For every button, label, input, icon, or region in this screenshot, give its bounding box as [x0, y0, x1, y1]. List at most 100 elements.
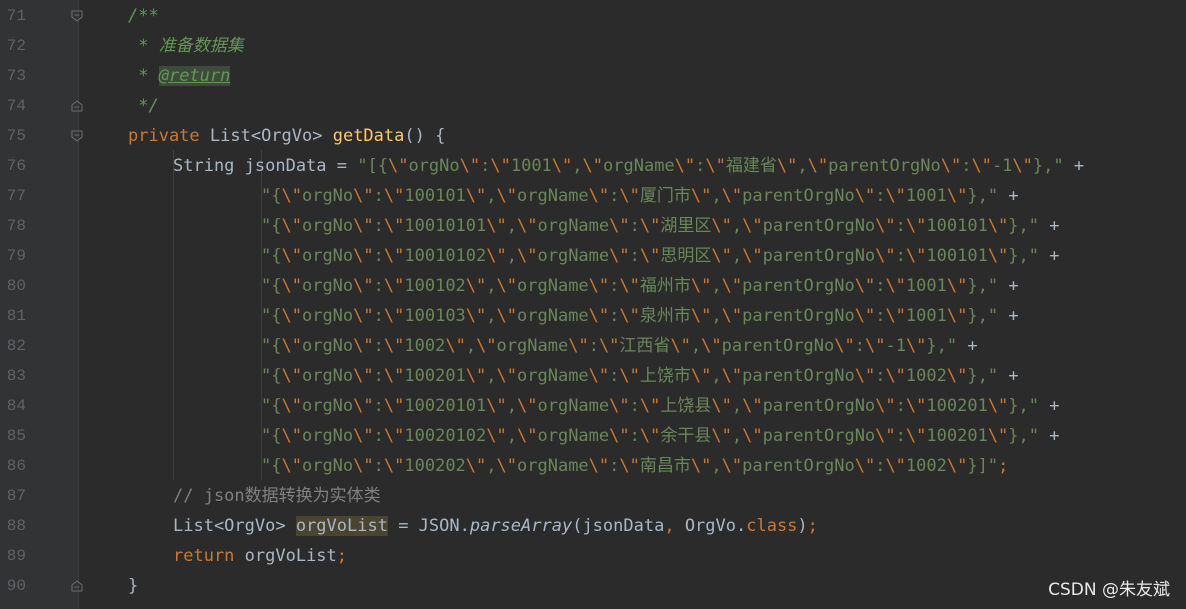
code-token: \" — [609, 216, 630, 236]
code-token: \" — [281, 366, 302, 386]
code-token: \" — [619, 186, 640, 206]
code-line[interactable]: 71 /** — [0, 1, 1186, 31]
code-line[interactable]: 88 List<OrgVo> orgVoList = JSON.parseArra… — [0, 511, 1186, 541]
code-token: \" — [517, 216, 538, 236]
code-token: 1002 — [404, 336, 446, 356]
code-token: \" — [885, 276, 906, 296]
code-token: \" — [946, 456, 968, 476]
code-token: \" — [496, 456, 518, 476]
code-token: \" — [711, 426, 732, 446]
fold-open-icon[interactable] — [71, 130, 83, 142]
code-token: \" — [588, 366, 610, 386]
code-token: : — [895, 426, 906, 446]
code-line[interactable]: 86 "{\"orgNo\":\"100202\",\"orgName\":\"南… — [0, 451, 1186, 481]
code-token: "{ — [261, 246, 282, 266]
code-line[interactable]: 72 * 准备数据集 — [0, 31, 1186, 61]
code-line[interactable]: 74 */ — [0, 91, 1186, 121]
code-line[interactable]: 73 * @return — [0, 61, 1186, 91]
code-token: \" — [517, 426, 538, 446]
code-token: orgName — [603, 156, 675, 176]
code-token: + — [1039, 216, 1060, 236]
code-line[interactable]: 82 "{\"orgNo\":\"1002\",\"orgName\":\"江西省… — [0, 331, 1186, 361]
code-token: ; — [807, 516, 818, 536]
code-editor[interactable]: 71/** 72 * 准备数据集 73 * @return 74 */75 privat… — [0, 0, 1186, 609]
code-line[interactable]: 89 return orgVoList; — [0, 541, 1186, 571]
fold-close-icon[interactable] — [71, 580, 83, 592]
code-line[interactable]: 77 "{\"orgNo\":\"100101\",\"orgName\":\"厦… — [0, 181, 1186, 211]
code-token: , — [506, 246, 517, 266]
code-token: 厦门市 — [639, 186, 691, 206]
code-token: , — [711, 186, 722, 206]
code-token: \" — [383, 366, 405, 386]
fold-open-icon[interactable] — [71, 10, 83, 22]
code-token: \" — [619, 456, 640, 476]
code-token: \" — [582, 156, 604, 176]
code-line[interactable]: 84 "{\"orgNo\":\"10020101\",\"orgName\":\… — [0, 391, 1186, 421]
code-token: \" — [690, 366, 712, 386]
code-token: : — [373, 186, 384, 206]
code-token: \" — [619, 366, 640, 386]
code-line[interactable]: 78 "{\"orgNo\":\"10010101\",\"orgName\":\… — [0, 211, 1186, 241]
code-text: // json数据转换为实体类 — [173, 481, 381, 511]
code-token: \" — [721, 366, 743, 386]
code-token: orgVoList — [295, 516, 388, 536]
code-token: }," — [967, 306, 999, 326]
code-token: \" — [854, 456, 876, 476]
code-token: 湖里区 — [660, 216, 712, 236]
code-token: : — [373, 276, 384, 296]
code-token: \" — [987, 246, 1009, 266]
code-token: + — [998, 366, 1019, 386]
code-line[interactable]: 75 private List<OrgVo> getData() { — [0, 121, 1186, 151]
line-number: 85 — [6, 427, 26, 445]
code-token: \" — [281, 396, 302, 416]
code-token: \" — [619, 276, 640, 296]
code-token: \" — [353, 216, 374, 236]
code-token: \" — [971, 156, 992, 176]
code-token: \" — [776, 156, 798, 176]
code-token: , — [486, 366, 497, 386]
code-token: "{ — [261, 306, 282, 326]
code-token: \" — [383, 186, 405, 206]
code-line[interactable]: 80 "{\"orgNo\":\"100102\",\"orgName\":\"福… — [0, 271, 1186, 301]
code-token: \" — [834, 336, 855, 356]
code-token: orgNo — [408, 156, 460, 176]
fold-close-icon[interactable] — [71, 100, 83, 112]
code-token: orgNo — [301, 246, 354, 266]
code-token: 100201 — [926, 426, 988, 446]
code-token: "{ — [261, 456, 282, 476]
code-line[interactable]: 76 String jsonData = "[{\"orgNo\":\"1001\… — [0, 151, 1186, 181]
code-token: \" — [465, 456, 487, 476]
code-token: \" — [281, 246, 302, 266]
line-number: 75 — [6, 127, 26, 145]
code-token: , — [711, 456, 722, 476]
code-token: orgName — [537, 216, 610, 236]
code-token: 1001 — [905, 306, 947, 326]
code-line[interactable]: 87 // json数据转换为实体类 — [0, 481, 1186, 511]
code-token: : — [854, 336, 865, 356]
code-token: , — [506, 396, 517, 416]
code-token: }," — [1008, 426, 1040, 446]
code-token: , — [486, 186, 497, 206]
code-line[interactable]: 79 "{\"orgNo\":\"10010102\",\"orgName\":\… — [0, 241, 1186, 271]
code-token: "{ — [261, 426, 282, 446]
code-token: 10020101 — [404, 396, 487, 416]
code-line[interactable]: 83 "{\"orgNo\":\"100201\",\"orgName\":\"上… — [0, 361, 1186, 391]
code-token: \" — [875, 396, 896, 416]
code-token: \" — [281, 276, 302, 296]
code-token: // json数据转换为实体类 — [173, 486, 381, 506]
code-line[interactable]: 81 "{\"orgNo\":\"100103\",\"orgName\":\"泉… — [0, 301, 1186, 331]
code-token: }," — [967, 186, 999, 206]
code-token: , — [690, 336, 702, 356]
code-text: "{\"orgNo\":\"10020102\",\"orgName\":\"余… — [261, 421, 1060, 451]
code-token: orgName — [517, 276, 589, 296]
code-token: \" — [721, 306, 743, 326]
code-token: \" — [496, 186, 518, 206]
code-token: \" — [598, 336, 620, 356]
code-token: \" — [987, 396, 1009, 416]
code-line[interactable]: 85 "{\"orgNo\":\"10020102\",\"orgName\":\… — [0, 421, 1186, 451]
code-line[interactable]: 90} — [0, 571, 1186, 601]
line-number: 88 — [6, 517, 26, 535]
code-token: \" — [383, 426, 405, 446]
code-token: orgVoList — [244, 546, 337, 566]
code-token: \" — [1012, 156, 1033, 176]
